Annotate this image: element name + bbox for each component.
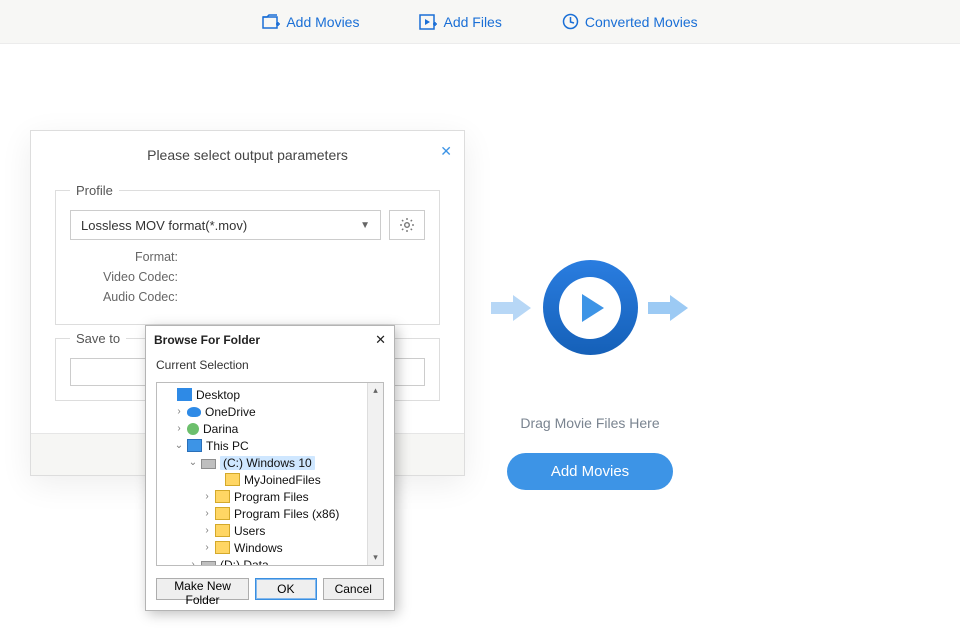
profile-select[interactable]: Lossless MOV format(*.mov) ▼ [70,210,381,240]
ok-button[interactable]: OK [255,578,316,600]
arrow-right-icon [648,292,690,324]
tree-item-drive-d[interactable]: › (D:) Data [157,556,369,565]
profile-selected-value: Lossless MOV format(*.mov) [81,218,247,233]
play-circle-icon [543,260,638,355]
folder-icon [215,541,230,554]
audio-codec-row: Audio Codec: [98,290,425,304]
bff-titlebar: Browse For Folder ✕ [146,326,394,354]
tree-item-this-pc[interactable]: ⌄ This PC [157,437,369,454]
make-new-folder-button[interactable]: Make New Folder [156,578,249,600]
folder-plus-icon [262,14,280,30]
user-icon [187,423,199,435]
converted-movies-button[interactable]: Converted Movies [562,13,698,30]
expand-icon[interactable]: › [201,508,213,519]
tree-item-user[interactable]: › Darina [157,420,369,437]
tree-label: Program Files (x86) [234,507,339,521]
tree-label: This PC [206,439,249,453]
play-illustration [491,260,690,355]
expand-icon[interactable]: › [201,525,213,536]
expand-icon[interactable]: › [187,559,199,565]
drive-icon [201,561,216,566]
tree-item-windows[interactable]: › Windows [157,539,369,556]
tree-label: Users [234,524,265,538]
video-plus-icon [419,14,437,30]
video-codec-row: Video Codec: [98,270,425,284]
add-files-label: Add Files [443,14,501,30]
converted-movies-label: Converted Movies [585,14,698,30]
topbar: Add Movies Add Files Converted Movies [0,0,960,44]
collapse-icon[interactable]: ⌄ [187,457,199,468]
folder-icon [225,473,240,486]
collapse-icon[interactable]: ⌄ [173,440,185,451]
bff-subtitle: Current Selection [146,354,394,378]
folder-icon [215,507,230,520]
tree-label: OneDrive [205,405,256,419]
gear-icon [399,217,415,233]
video-codec-label: Video Codec: [98,270,178,284]
folder-tree: Desktop › OneDrive › Darina ⌄ This PC ⌄ … [156,382,384,566]
clock-icon [562,13,579,30]
close-icon[interactable]: ✕ [440,143,452,160]
tree-item-desktop[interactable]: Desktop [157,386,369,403]
expand-icon[interactable]: › [173,423,185,434]
tree-label: Desktop [196,388,240,402]
tree-label: MyJoinedFiles [244,473,321,487]
expand-icon[interactable]: › [173,406,185,417]
folder-icon [215,490,230,503]
tree-item-onedrive[interactable]: › OneDrive [157,403,369,420]
computer-icon [187,439,202,452]
tree-item-program-files-x86[interactable]: › Program Files (x86) [157,505,369,522]
expand-icon[interactable]: › [201,542,213,553]
close-icon[interactable]: ✕ [375,332,386,348]
folder-icon [215,524,230,537]
saveto-legend: Save to [70,331,126,346]
tree-item-users[interactable]: › Users [157,522,369,539]
dialog-title-text: Please select output parameters [147,147,348,163]
tree-item-drive-c[interactable]: ⌄ (C:) Windows 10 [157,454,369,471]
drag-hint-text: Drag Movie Files Here [520,415,659,431]
chevron-down-icon: ▼ [360,220,370,231]
tree-label: Program Files [234,490,309,504]
cloud-icon [187,407,201,417]
tree-label: Darina [203,422,238,436]
drop-zone: Drag Movie Files Here Add Movies [440,260,740,490]
drive-icon [201,459,216,469]
add-movies-primary-button[interactable]: Add Movies [507,453,673,490]
expand-icon[interactable]: › [201,491,213,502]
dialog-title: Please select output parameters ✕ [31,131,464,177]
audio-codec-label: Audio Codec: [98,290,178,304]
tree-item-program-files[interactable]: › Program Files [157,488,369,505]
format-label: Format: [98,250,178,264]
add-movies-label: Add Movies [286,14,359,30]
profile-legend: Profile [70,183,119,198]
bff-title-text: Browse For Folder [154,333,260,347]
profile-settings-button[interactable] [389,210,425,240]
tree-label: Windows [234,541,283,555]
add-movies-button[interactable]: Add Movies [262,14,359,30]
chevron-down-icon[interactable]: ▾ [373,550,378,565]
profile-fieldset: Profile Lossless MOV format(*.mov) ▼ For… [55,183,440,325]
scrollbar[interactable]: ▴ ▾ [367,383,383,565]
cancel-button[interactable]: Cancel [323,578,384,600]
arrow-right-icon [491,292,533,324]
browse-folder-dialog: Browse For Folder ✕ Current Selection De… [145,325,395,611]
tree-label: (C:) Windows 10 [220,456,315,470]
chevron-up-icon[interactable]: ▴ [373,383,378,398]
tree-label: (D:) Data [220,558,269,566]
bff-button-row: Make New Folder OK Cancel [146,572,394,610]
add-files-button[interactable]: Add Files [419,14,501,30]
format-row: Format: [98,250,425,264]
desktop-icon [177,388,192,401]
tree-item-myjoined[interactable]: MyJoinedFiles [157,471,369,488]
